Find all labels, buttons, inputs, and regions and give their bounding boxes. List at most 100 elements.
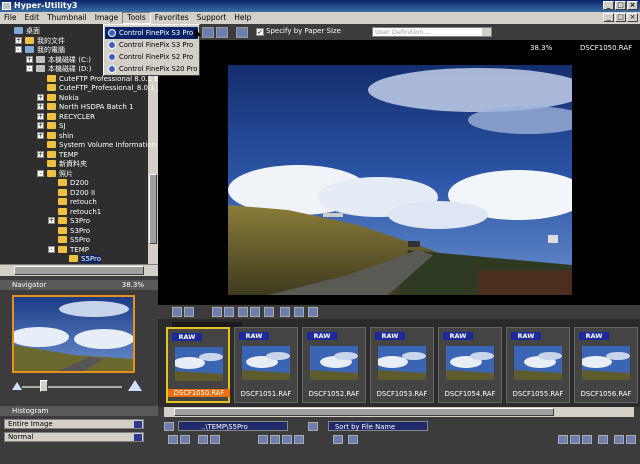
- thumbnail[interactable]: RAW DSCF1055.RAF: [506, 327, 570, 403]
- histogram-mode-select[interactable]: Normal: [4, 432, 144, 442]
- menu-favorites[interactable]: Favorites: [151, 12, 193, 24]
- tree-item[interactable]: - 本機磁碟 (D:): [26, 64, 91, 74]
- zoom-in-tool-icon[interactable]: [238, 307, 248, 317]
- prev-image-icon[interactable]: [172, 307, 182, 317]
- zoom-slider-knob[interactable]: [40, 380, 48, 392]
- image-icon[interactable]: [308, 307, 318, 317]
- tree-item[interactable]: 桌面: [14, 26, 40, 36]
- menu-item-control-s2pro[interactable]: Control FinePix S2 Pro: [105, 51, 198, 63]
- tree-item[interactable]: D200 II: [58, 188, 95, 198]
- thumbnail[interactable]: RAW DSCF1051.RAF: [234, 327, 298, 403]
- thumbnail[interactable]: RAW DSCF1056.RAF: [574, 327, 638, 403]
- paper-definition-combo[interactable]: User Definition...: [372, 27, 492, 37]
- tree-item[interactable]: System Volume Information: [47, 140, 156, 150]
- layout-3-icon[interactable]: [582, 435, 592, 444]
- scrollbar-thumb[interactable]: [149, 174, 157, 244]
- thumb-size-small-icon[interactable]: [168, 435, 178, 444]
- tree-item[interactable]: + SJ: [37, 121, 66, 131]
- collapse-icon[interactable]: -: [15, 46, 22, 53]
- delete-icon[interactable]: [348, 435, 358, 444]
- layout-2-icon[interactable]: [570, 435, 580, 444]
- image-viewer[interactable]: 38.3% DSCF1050.RAF: [158, 40, 640, 305]
- scrollbar-thumb[interactable]: [14, 266, 144, 275]
- menu-image[interactable]: Image: [91, 12, 123, 24]
- print-layout-icon[interactable]: [236, 27, 248, 38]
- thumb-size-medium-icon[interactable]: [180, 435, 190, 444]
- tree-item[interactable]: + S3Pro: [48, 216, 90, 226]
- menu-thumbnail[interactable]: Thumbnail: [43, 12, 91, 24]
- tree-item[interactable]: + TEMP: [37, 150, 78, 160]
- menu-item-control-s3pro[interactable]: Control FinePix S3 Pro: [105, 27, 198, 39]
- collapse-icon[interactable]: -: [26, 65, 33, 72]
- grid-icon[interactable]: [280, 307, 290, 317]
- details-view-icon[interactable]: [282, 435, 292, 444]
- tree-item[interactable]: 新資料夾: [47, 159, 87, 169]
- tree-item[interactable]: + North HSDPA Batch 1: [37, 102, 134, 112]
- tree-horizontal-scrollbar[interactable]: [0, 264, 158, 276]
- large-view-icon[interactable]: [294, 435, 304, 444]
- fit-icon[interactable]: [264, 307, 274, 317]
- rotate-right-icon[interactable]: [224, 307, 234, 317]
- expand-icon[interactable]: +: [15, 36, 22, 44]
- tree-item[interactable]: retouch1: [58, 207, 101, 217]
- tree-item[interactable]: retouch: [58, 197, 97, 207]
- thumbnail[interactable]: RAW DSCF1053.RAF: [370, 327, 434, 403]
- thumbnail[interactable]: RAW DSCF1054.RAF: [438, 327, 502, 403]
- expand-icon[interactable]: +: [37, 103, 44, 110]
- expand-icon[interactable]: +: [26, 55, 33, 63]
- grid-view-icon[interactable]: [216, 27, 228, 38]
- list-view-icon[interactable]: [270, 435, 280, 444]
- maximize-button[interactable]: □: [615, 1, 626, 10]
- tree-item[interactable]: D200: [58, 178, 89, 188]
- thumbnail[interactable]: RAW DSCF1052.RAF: [302, 327, 366, 403]
- histogram-header[interactable]: Histogram: [0, 406, 158, 416]
- zoom-slider-track[interactable]: [22, 386, 122, 388]
- menu-tools[interactable]: Tools: [122, 12, 151, 24]
- tree-item[interactable]: S5Pro: [69, 254, 102, 264]
- single-view-icon[interactable]: [202, 27, 214, 38]
- tree-item[interactable]: CuteFTP_Professional_8.0.1_Bui: [47, 83, 158, 93]
- histogram-channel-select[interactable]: Entire Image: [4, 419, 144, 429]
- tree-item[interactable]: + shin: [37, 131, 73, 141]
- path-combo[interactable]: ..\TEMP\S5Pro: [178, 421, 288, 431]
- menu-support[interactable]: Support: [193, 12, 231, 24]
- sort-combo[interactable]: Sort by File Name: [328, 421, 428, 431]
- tree-item[interactable]: - 照片: [37, 169, 73, 179]
- rotate-cw-icon[interactable]: [210, 435, 220, 444]
- tree-item[interactable]: S5Pro: [58, 235, 90, 245]
- collapse-icon[interactable]: -: [37, 169, 44, 177]
- menu-item-control-s3pro-2[interactable]: Control FinePix S3 Pro: [105, 39, 198, 51]
- paper-size-checkbox[interactable]: ✓: [256, 28, 264, 36]
- info-icon[interactable]: [294, 307, 304, 317]
- layout-4-icon[interactable]: [598, 435, 608, 444]
- layout-1-icon[interactable]: [558, 435, 568, 444]
- menu-edit[interactable]: Edit: [21, 12, 44, 24]
- tree-item[interactable]: S3Pro: [58, 226, 90, 236]
- collapse-icon[interactable]: -: [48, 245, 55, 253]
- tree-item[interactable]: + RECYCLER: [37, 112, 95, 122]
- zoom-out-tool-icon[interactable]: [250, 307, 260, 317]
- expand-icon[interactable]: +: [37, 150, 44, 158]
- expand-icon[interactable]: +: [37, 93, 44, 101]
- rotate-left-icon[interactable]: [212, 307, 222, 317]
- doc-restore-button[interactable]: □: [615, 13, 626, 22]
- zoom-out-icon[interactable]: [12, 382, 22, 390]
- layout-5-icon[interactable]: [614, 435, 624, 444]
- menu-item-control-s20pro[interactable]: Control FinePix S20 Pro: [105, 63, 198, 75]
- tree-item[interactable]: + Nokia: [37, 93, 79, 103]
- tree-item[interactable]: + 我的文件: [15, 36, 65, 46]
- close-button[interactable]: ×: [627, 1, 638, 10]
- expand-icon[interactable]: +: [37, 131, 44, 139]
- expand-icon[interactable]: +: [37, 122, 44, 129]
- expand-icon[interactable]: +: [48, 217, 55, 224]
- expand-icon[interactable]: +: [37, 112, 44, 120]
- thumbnail-scrollbar[interactable]: [164, 407, 634, 417]
- layout-6-icon[interactable]: [626, 435, 636, 444]
- select-all-icon[interactable]: [333, 435, 343, 444]
- zoom-in-icon[interactable]: [128, 380, 142, 391]
- minimize-button[interactable]: _: [603, 1, 614, 10]
- main-photo[interactable]: [228, 65, 572, 295]
- menu-help[interactable]: Help: [230, 12, 255, 24]
- thumbnail[interactable]: RAW DSCF1050.RAF: [166, 327, 230, 403]
- tree-item[interactable]: - 我的電腦: [15, 45, 65, 55]
